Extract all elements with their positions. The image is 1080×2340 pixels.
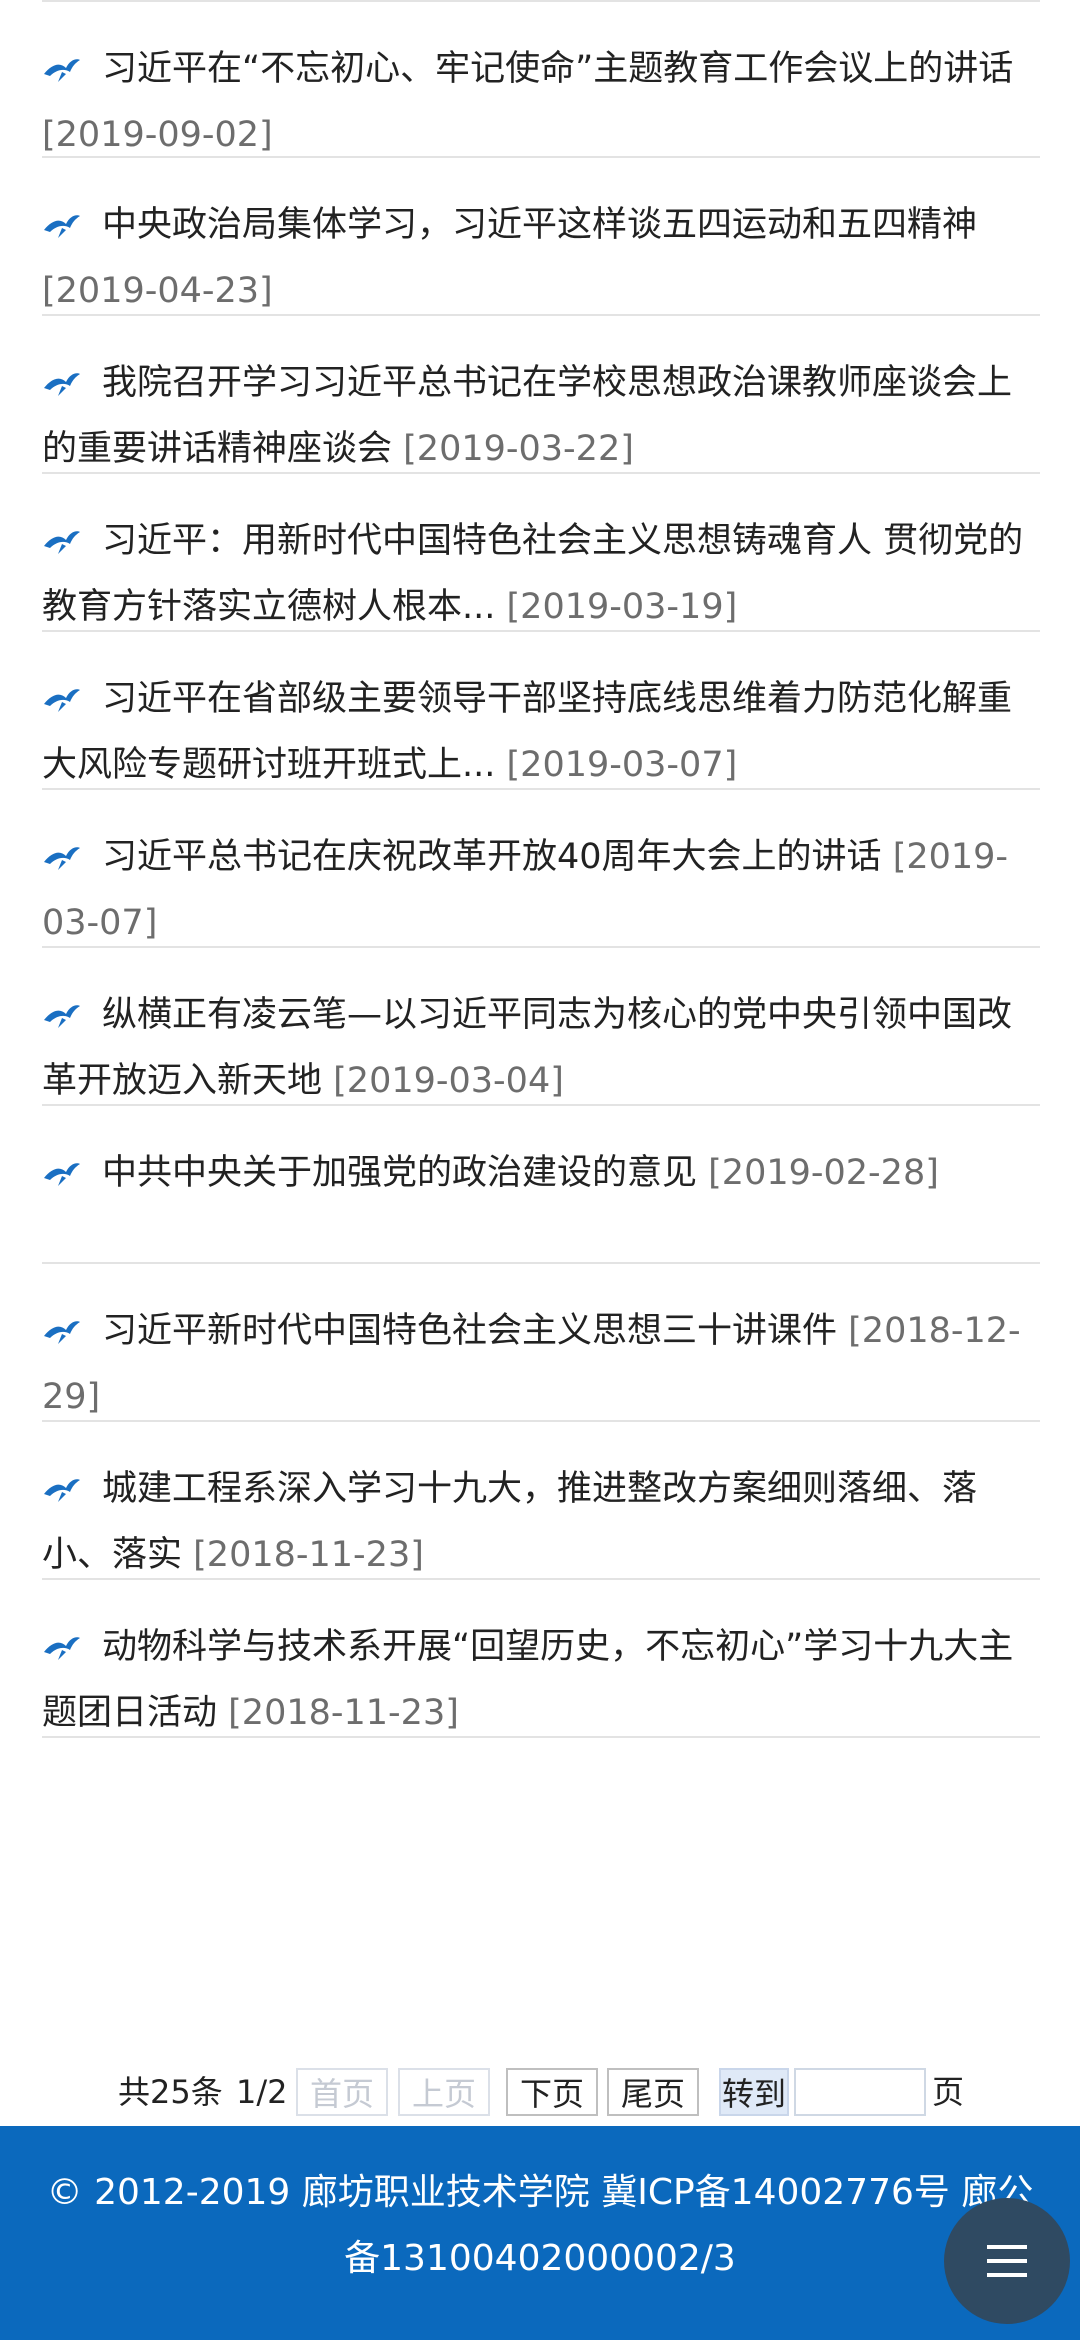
pagination: 共25条 1/2 首页 上页 下页 尾页 转到 页	[0, 2068, 1080, 2124]
next-page-button[interactable]: 下页	[506, 2068, 598, 2116]
article-title[interactable]: 中共中央关于加强党的政治建设的意见	[102, 1153, 697, 1193]
article-date: [2019-03-04]	[333, 1061, 564, 1101]
bird-icon	[44, 1637, 80, 1660]
article-date: [2019-09-02]	[42, 115, 273, 155]
article-title[interactable]: 动物科学与技术系开展“回望历史，不忘初心”学习十九大主题团日活动	[42, 1627, 1013, 1733]
footer: © 2012-2019 廊坊职业技术学院 冀ICP备14002776号 廊公备1…	[0, 2126, 1080, 2340]
page-number-input[interactable]	[794, 2068, 926, 2116]
list-item[interactable]: 习近平在省部级主要领导干部坚持底线思维着力防范化解重大风险专题研讨班开班式上..…	[42, 632, 1040, 790]
bird-icon	[44, 847, 80, 870]
list-item[interactable]: 中央政治局集体学习，习近平这样谈五四运动和五四精神 [2019-04-23]	[42, 158, 1040, 316]
article-date: [2018-11-23]	[228, 1693, 459, 1733]
list-item[interactable]: 我院召开学习习近平总书记在学校思想政治课教师座谈会上的重要讲话精神座谈会 [20…	[42, 316, 1040, 474]
bird-icon	[44, 689, 80, 712]
bird-icon	[44, 1163, 80, 1186]
list-item[interactable]: 习近平新时代中国特色社会主义思想三十讲课件 [2018-12-29]	[42, 1264, 1040, 1422]
last-page-button[interactable]: 尾页	[607, 2068, 699, 2116]
article-date: [2018-11-23]	[193, 1535, 424, 1575]
article-title[interactable]: 习近平在“不忘初心、牢记使命”主题教育工作会议上的讲话	[102, 49, 1013, 89]
list-item[interactable]: 纵横正有凌云笔—以习近平同志为核心的党中央引领中国改革开放迈入新天地 [2019…	[42, 948, 1040, 1106]
article-date: [2019-02-28]	[708, 1153, 939, 1193]
goto-button[interactable]: 转到	[719, 2068, 789, 2116]
prev-page-button[interactable]: 上页	[398, 2068, 490, 2116]
list-item[interactable]: 动物科学与技术系开展“回望历史，不忘初心”学习十九大主题团日活动 [2018-1…	[42, 1580, 1040, 1738]
list-item[interactable]: 中共中央关于加强党的政治建设的意见 [2019-02-28]	[42, 1106, 1040, 1264]
article-title[interactable]: 城建工程系深入学习十九大，推进整改方案细则落细、落小、落实	[42, 1469, 977, 1575]
page-indicator: 1/2	[236, 2073, 288, 2111]
bird-icon	[44, 1321, 80, 1344]
article-list: 习近平在“不忘初心、牢记使命”主题教育工作会议上的讲话 [2019-09-02]…	[42, 0, 1040, 1738]
list-item[interactable]: 城建工程系深入学习十九大，推进整改方案细则落细、落小、落实 [2018-11-2…	[42, 1422, 1040, 1580]
total-count: 共25条	[118, 2073, 223, 2111]
menu-button[interactable]	[944, 2198, 1070, 2324]
page-suffix: 页	[932, 2073, 965, 2111]
article-title[interactable]: 习近平新时代中国特色社会主义思想三十讲课件	[102, 1311, 837, 1351]
bird-icon	[44, 531, 80, 554]
bird-icon	[44, 59, 80, 82]
bird-icon	[44, 215, 80, 238]
list-item[interactable]: 习近平在“不忘初心、牢记使命”主题教育工作会议上的讲话 [2019-09-02]	[42, 0, 1040, 158]
menu-icon	[987, 2245, 1027, 2277]
first-page-button[interactable]: 首页	[296, 2068, 388, 2116]
bird-icon	[44, 1479, 80, 1502]
article-title[interactable]: 中央政治局集体学习，习近平这样谈五四运动和五四精神	[102, 205, 977, 245]
article-title[interactable]: 习近平总书记在庆祝改革开放40周年大会上的讲话	[102, 837, 882, 877]
bird-icon	[44, 373, 80, 396]
footer-copyright: © 2012-2019 廊坊职业技术学院 冀ICP备14002776号 廊公备1…	[46, 2172, 1034, 2279]
bird-icon	[44, 1005, 80, 1028]
article-date: [2019-03-22]	[403, 429, 634, 469]
list-item[interactable]: 习近平：用新时代中国特色社会主义思想铸魂育人 贯彻党的教育方针落实立德树人根本.…	[42, 474, 1040, 632]
article-date: [2019-03-19]	[506, 587, 738, 627]
article-date: [2019-03-07]	[506, 745, 738, 785]
list-item[interactable]: 习近平总书记在庆祝改革开放40周年大会上的讲话 [2019-03-07]	[42, 790, 1040, 948]
article-date: [2019-04-23]	[42, 271, 273, 311]
